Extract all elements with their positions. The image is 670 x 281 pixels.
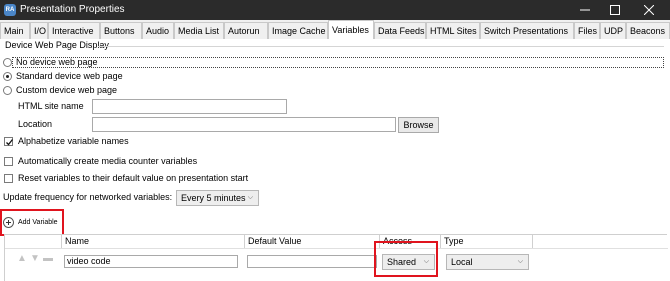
tab-files[interactable]: Files: [574, 22, 600, 39]
alphabetize-label[interactable]: Alphabetize variable names: [18, 136, 129, 146]
location-label: Location: [18, 119, 53, 129]
browse-button[interactable]: Browse: [398, 117, 439, 133]
variable-name-input[interactable]: video code: [64, 255, 238, 268]
header-spacer: [5, 235, 62, 248]
table-row: ▲ ▼ ▬ video code Shared ⌵ Local ⌵: [5, 248, 668, 270]
tab-image-cache[interactable]: Image Cache: [268, 22, 328, 39]
window-title: Presentation Properties: [20, 4, 125, 15]
tab-main[interactable]: Main: [0, 22, 30, 39]
minimize-icon: [580, 9, 590, 11]
radio-custom-device-web-page[interactable]: [3, 86, 12, 95]
reset-variables-checkbox[interactable]: [4, 174, 13, 183]
grid-header: Name Default Value Access Type: [5, 235, 668, 248]
update-frequency-value: Every 5 minutes: [181, 193, 246, 203]
tab-autorun[interactable]: Autorun: [224, 22, 268, 39]
highlight-add-variable: [0, 209, 64, 236]
tab-media-list[interactable]: Media List: [174, 22, 224, 39]
maximize-button[interactable]: [600, 0, 630, 20]
type-select[interactable]: Local ⌵: [446, 254, 529, 270]
maximize-icon: [610, 5, 620, 15]
auto-counter-checkbox[interactable]: [4, 157, 13, 166]
html-site-name-input[interactable]: [92, 99, 287, 114]
minimize-button[interactable]: [570, 0, 600, 20]
tab-variables[interactable]: Variables: [328, 20, 374, 40]
reset-variables-label[interactable]: Reset variables to their default value o…: [18, 173, 248, 183]
tab-data-feeds[interactable]: Data Feeds: [374, 22, 426, 39]
tab-interactive[interactable]: Interactive: [48, 22, 100, 39]
move-down-icon[interactable]: ▼: [30, 253, 40, 264]
radio-no-device-web-page-label[interactable]: No device web page: [16, 57, 98, 67]
update-frequency-label: Update frequency for networked variables…: [3, 192, 173, 202]
app-icon: RA: [4, 4, 16, 16]
tab-udp[interactable]: UDP: [600, 22, 626, 39]
html-site-name-label: HTML site name: [18, 101, 84, 111]
tab-beacons[interactable]: Beacons: [626, 22, 670, 39]
variables-grid: Name Default Value Access Type ▲ ▼ ▬ vid…: [4, 234, 668, 281]
close-button[interactable]: [634, 0, 664, 20]
tab-buttons[interactable]: Buttons: [100, 22, 142, 39]
tab-strip: Main I/O Interactive Buttons Audio Media…: [0, 20, 670, 40]
radio-standard-device-web-page[interactable]: [3, 72, 12, 81]
radio-custom-device-web-page-label[interactable]: Custom device web page: [16, 85, 117, 95]
type-value: Local: [451, 257, 473, 267]
highlight-access-column: [374, 241, 438, 277]
column-header-default-value[interactable]: Default Value: [245, 235, 380, 248]
title-bar: RA Presentation Properties: [0, 0, 670, 20]
tab-html-sites[interactable]: HTML Sites: [426, 22, 480, 39]
tab-audio[interactable]: Audio: [142, 22, 174, 39]
column-header-name[interactable]: Name: [62, 235, 245, 248]
radio-standard-device-web-page-label[interactable]: Standard device web page: [16, 71, 123, 81]
tab-switch-presentations[interactable]: Switch Presentations: [480, 22, 574, 39]
close-icon: [644, 5, 654, 15]
chevron-down-icon: ⌵: [247, 194, 253, 201]
focus-rectangle: [12, 57, 664, 68]
checkmark-icon: [6, 139, 14, 146]
column-header-type[interactable]: Type: [441, 235, 533, 248]
tab-io[interactable]: I/O: [30, 22, 48, 39]
alphabetize-checkbox[interactable]: [4, 137, 14, 146]
variables-panel: Device Web Page Display No device web pa…: [0, 39, 670, 281]
location-input[interactable]: [92, 117, 396, 132]
chevron-down-icon: ⌵: [517, 258, 523, 265]
auto-counter-label[interactable]: Automatically create media counter varia…: [18, 156, 197, 166]
update-frequency-select[interactable]: Every 5 minutes ⌵: [176, 190, 259, 206]
delete-row-icon[interactable]: ▬: [43, 253, 53, 264]
radio-no-device-web-page[interactable]: [3, 58, 12, 67]
device-web-page-group-label: Device Web Page Display: [5, 40, 109, 50]
move-up-icon[interactable]: ▲: [17, 253, 27, 264]
variable-default-value-input[interactable]: [247, 255, 377, 268]
group-divider: [98, 46, 664, 47]
